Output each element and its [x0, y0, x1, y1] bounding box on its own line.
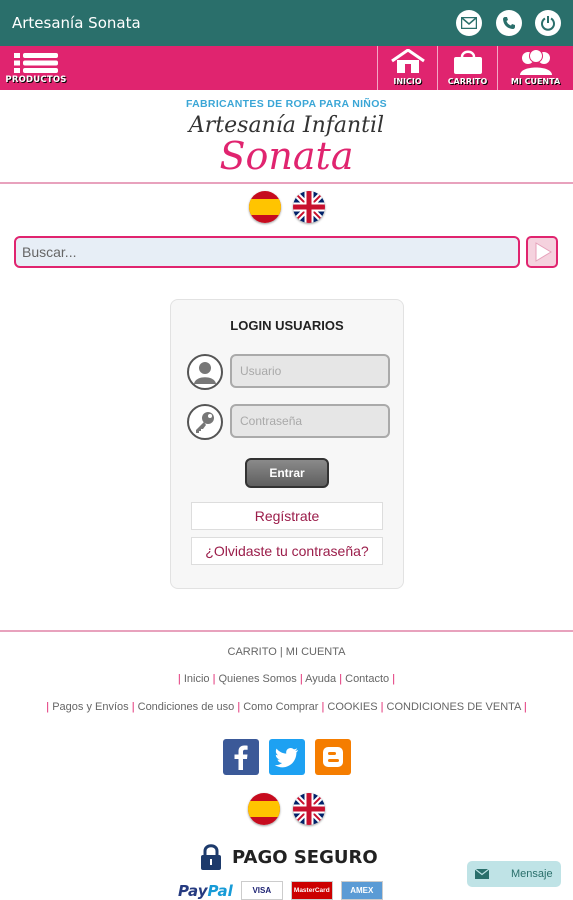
footer-divider: [0, 630, 573, 632]
amex-logo: AMEX: [340, 881, 383, 900]
footer-link-help[interactable]: Ayuda: [305, 673, 336, 685]
mail-icon[interactable]: [456, 10, 482, 36]
lock-icon: [201, 844, 221, 870]
search-submit-button[interactable]: [526, 236, 558, 268]
footer-link-payments[interactable]: Pagos y Envíos: [52, 701, 128, 713]
footer-link-cookies[interactable]: COOKIES: [327, 701, 377, 713]
payment-methods: PayPal VISA MasterCard AMEX: [178, 881, 383, 900]
footer-link-account[interactable]: MI CUENTA: [286, 646, 346, 658]
spanish-flag-icon[interactable]: [249, 191, 281, 223]
nav-account-label: MI CUENTA: [510, 77, 561, 86]
footer-row-3: | Pagos y Envíos | Condiciones de uso | …: [46, 701, 527, 713]
nav-cart-button[interactable]: CARRITO: [437, 46, 497, 90]
footer-uk-flag-icon[interactable]: [293, 793, 325, 825]
play-arrow-icon: [535, 242, 552, 262]
register-link[interactable]: Regístrate: [191, 502, 383, 530]
app-bar: Artesanía Sonata: [0, 0, 573, 46]
power-icon[interactable]: [535, 10, 561, 36]
home-icon: [391, 49, 425, 73]
login-panel: LOGIN USUARIOS Entrar Regístrate ¿Olvida…: [170, 299, 404, 589]
secure-payment-label: PAGO SEGURO: [232, 846, 378, 868]
search-input[interactable]: [14, 236, 520, 268]
footer-link-cart[interactable]: CARRITO: [228, 646, 277, 658]
forgot-password-link[interactable]: ¿Olvidaste tu contraseña?: [191, 537, 383, 565]
app-title: Artesanía Sonata: [12, 14, 141, 32]
nav-home-button[interactable]: INICIO: [377, 46, 437, 90]
footer-row-2: | Inicio | Quienes Somos | Ayuda | Conta…: [177, 673, 396, 685]
nav-cart-label: CARRITO: [447, 77, 488, 86]
nav-bar: PRODUCTOS INICIO CARRITO MI CUENTA: [0, 46, 573, 90]
nav-account-button[interactable]: MI CUENTA: [497, 46, 573, 90]
brand-tagline: FABRICANTES DE ROPA PARA NIÑOS: [186, 98, 387, 110]
mastercard-logo: MasterCard: [290, 881, 333, 900]
paypal-logo: PayPal: [178, 881, 233, 900]
footer-row-1: CARRITO | MI CUENTA: [227, 646, 346, 658]
footer-spanish-flag-icon[interactable]: [248, 793, 280, 825]
twitter-icon[interactable]: [269, 739, 305, 775]
user-icon: [187, 354, 223, 390]
password-field[interactable]: [230, 404, 390, 438]
users-icon: [520, 49, 552, 75]
uk-flag-icon[interactable]: [293, 191, 325, 223]
secure-payment: PAGO SEGURO: [200, 842, 378, 872]
footer-link-home[interactable]: Inicio: [184, 673, 210, 685]
message-button[interactable]: Mensaje: [467, 861, 561, 887]
footer-link-sale-conditions[interactable]: CONDICIONES DE VENTA: [387, 701, 521, 713]
facebook-icon[interactable]: [223, 739, 259, 775]
message-button-label: Mensaje: [511, 868, 553, 880]
phone-icon[interactable]: [496, 10, 522, 36]
footer-link-terms[interactable]: Condiciones de uso: [138, 701, 235, 713]
login-title: LOGIN USUARIOS: [230, 318, 344, 333]
nav-home-label: INICIO: [393, 77, 422, 86]
login-button[interactable]: Entrar: [245, 458, 329, 488]
products-menu-button[interactable]: PRODUCTOS: [4, 49, 68, 89]
key-icon: [187, 404, 223, 440]
products-label: PRODUCTOS: [5, 75, 67, 85]
brand-name-line2: Sonata: [219, 134, 354, 178]
menu-list-icon: [14, 53, 58, 73]
visa-logo: VISA: [240, 881, 283, 900]
footer-link-about[interactable]: Quienes Somos: [219, 673, 297, 685]
bag-icon: [454, 50, 482, 74]
footer-link-how-to-buy[interactable]: Como Comprar: [243, 701, 318, 713]
username-field[interactable]: [230, 354, 390, 388]
divider: [0, 182, 573, 184]
footer-link-contact[interactable]: Contacto: [345, 673, 389, 685]
envelope-icon: [475, 869, 489, 879]
blogger-icon[interactable]: [315, 739, 351, 775]
